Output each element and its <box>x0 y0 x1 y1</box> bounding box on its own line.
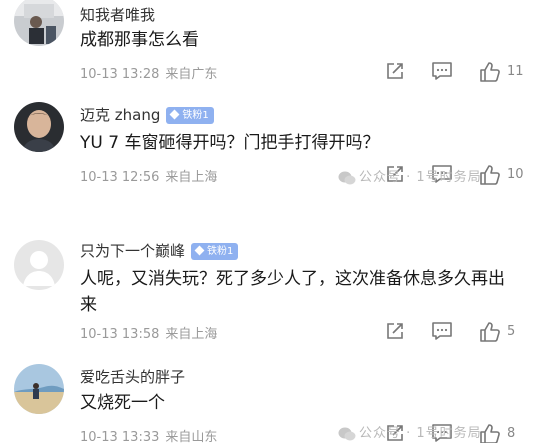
comment-time: 10-13 13:33 <box>80 430 160 443</box>
fan-badge: 铁粉1 <box>166 107 214 124</box>
user-avatar[interactable] <box>14 102 64 152</box>
watermark-text: 公众号 · 1号时务局 <box>359 426 482 441</box>
like-count: 5 <box>507 324 516 339</box>
comment-meta: 10-13 13:28 来自广东 <box>80 63 217 82</box>
comment-item: 迈克 zhang 铁粉1 YU 7 车窗砸得开吗？门把手打得开吗？ 10-13 1… <box>0 92 541 210</box>
fan-badge-label: 铁粉1 <box>182 110 209 121</box>
comment-item: 只为下一个巅峰 铁粉1 人呢，又消失玩？死了多少人了，这次准备休息多久再出来 10… <box>0 230 541 350</box>
comment-text: YU 7 车窗砸得开吗？门把手打得开吗？ <box>80 133 380 153</box>
like-count: 11 <box>507 64 524 79</box>
comment-text: 成都那事怎么看 <box>80 30 199 50</box>
like-icon[interactable] <box>479 321 501 343</box>
comment-item: 爱吃舌头的胖子 又烧死一个 10-13 13:33 来自山东 8 公众号 · 1号… <box>0 356 541 443</box>
watermark: 公众号 · 1号时务局 <box>338 422 482 442</box>
comment-text: 人呢，又消失玩？死了多少人了，这次准备休息多久再出来 <box>80 269 505 315</box>
like-icon[interactable] <box>479 61 501 83</box>
watermark-text: 公众号 · 1号时务局 <box>359 170 482 185</box>
like-icon[interactable] <box>479 164 501 186</box>
share-icon[interactable] <box>385 61 407 83</box>
avatar-photo-icon <box>14 102 64 152</box>
user-name[interactable]: 只为下一个巅峰 铁粉1 <box>80 240 239 261</box>
comment-time: 10-13 13:28 <box>80 67 160 82</box>
like-count: 10 <box>507 167 524 182</box>
user-name-text: 知我者唯我 <box>80 6 156 24</box>
fan-badge-label: 铁粉1 <box>207 246 234 257</box>
wechat-icon <box>338 171 356 184</box>
reply-icon[interactable] <box>431 61 453 83</box>
user-name-text: 只为下一个巅峰 <box>80 242 186 260</box>
diamond-icon <box>194 245 205 255</box>
fan-badge: 铁粉1 <box>191 243 239 260</box>
comment-actions: 11 <box>321 61 541 83</box>
like-count: 8 <box>507 426 516 441</box>
default-avatar-icon <box>14 240 64 290</box>
user-name-text: 爱吃舌头的胖子 <box>80 368 186 386</box>
user-avatar[interactable] <box>14 0 64 46</box>
share-icon[interactable] <box>385 321 407 343</box>
like-icon[interactable] <box>479 423 501 443</box>
user-name[interactable]: 知我者唯我 <box>80 4 155 25</box>
comment-time: 10-13 13:58 <box>80 327 160 342</box>
comment-location: 来自上海 <box>165 327 218 342</box>
comment-location: 来自广东 <box>165 67 218 82</box>
user-avatar[interactable] <box>14 240 64 290</box>
comment-actions: 5 <box>321 321 541 343</box>
comment-meta: 10-13 13:58 来自上海 <box>80 323 217 342</box>
comment-location: 来自上海 <box>165 170 218 185</box>
comment-meta: 10-13 13:33 来自山东 <box>80 426 217 443</box>
user-name[interactable]: 爱吃舌头的胖子 <box>80 366 185 387</box>
user-name-text: 迈克 zhang <box>80 106 161 124</box>
watermark: 公众号 · 1号时务局 <box>338 166 482 186</box>
comment-time: 10-13 12:56 <box>80 170 160 185</box>
avatar-photo-icon <box>14 0 64 46</box>
comment-location: 来自山东 <box>165 430 218 443</box>
user-avatar[interactable] <box>14 364 64 414</box>
comment-text: 又烧死一个 <box>80 393 165 413</box>
user-name[interactable]: 迈克 zhang 铁粉1 <box>80 104 214 125</box>
comment-item: 知我者唯我 成都那事怎么看 10-13 13:28 来自广东 11 <box>0 0 541 92</box>
wechat-icon <box>338 427 356 440</box>
reply-icon[interactable] <box>431 321 453 343</box>
diamond-icon <box>169 109 180 119</box>
avatar-photo-icon <box>14 364 64 414</box>
comment-meta: 10-13 12:56 来自上海 <box>80 166 217 185</box>
